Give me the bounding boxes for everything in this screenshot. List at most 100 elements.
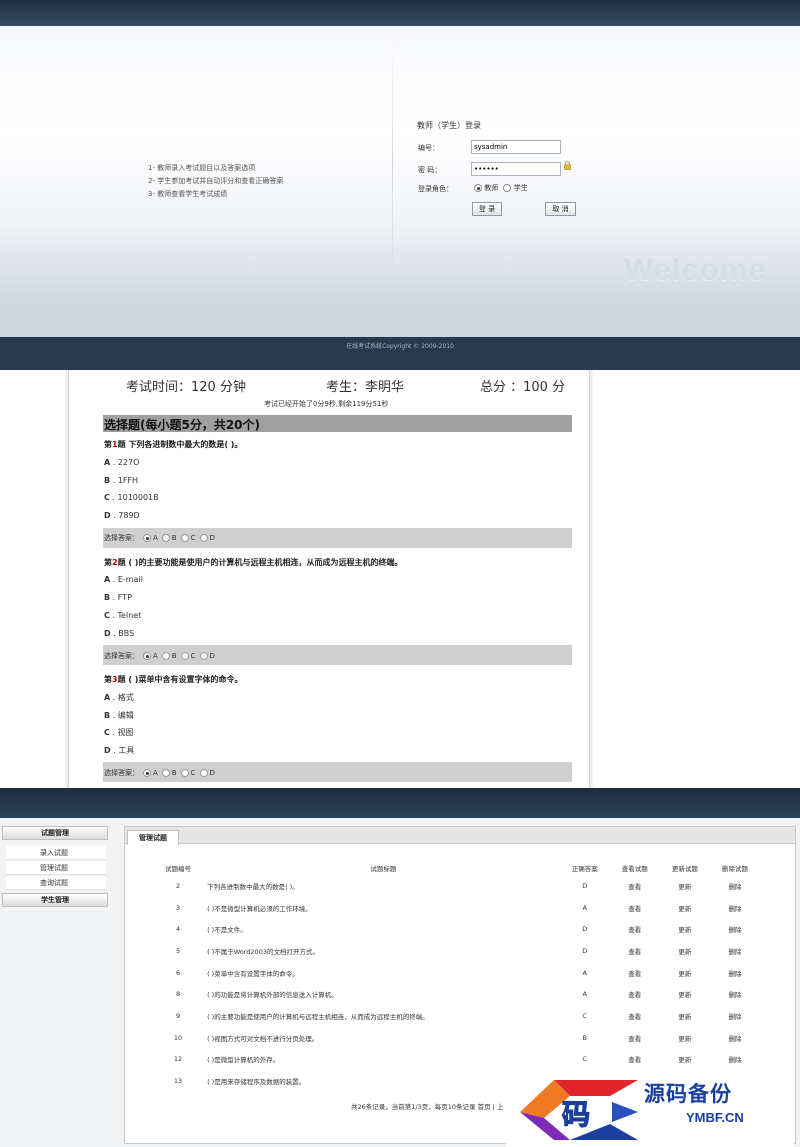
option: A . 227O [104,458,140,467]
view-link[interactable]: 查看 [610,940,660,962]
delete-link[interactable]: 删除 [710,1027,760,1049]
update-link[interactable]: 更新 [660,1005,710,1027]
delete-link[interactable]: 删除 [710,940,760,962]
view-link[interactable]: 查看 [610,1027,660,1049]
password-input[interactable] [471,162,561,176]
delete-link[interactable]: 删除 [710,983,760,1005]
row-answer: A [582,968,587,977]
answer-choices: 选择答案： A B C D [104,651,215,661]
feature-intro: 1- 教师录入考试题目以及答案选项 2- 学生参加考试并自动评分和查看正确答案 … [148,162,283,201]
answer-radio-d[interactable] [199,534,208,542]
answer-letter: B [171,769,177,777]
answer-radio-b[interactable] [161,534,170,542]
answer-radio-d[interactable] [199,652,208,660]
row-id: 4 [175,925,181,934]
answer-radio-c[interactable] [180,652,189,660]
answer-radio-b[interactable] [161,652,170,660]
option-letter: B [104,711,111,720]
update-link[interactable]: 更新 [660,1049,710,1071]
answer-radio-a[interactable] [143,769,151,777]
delete-link[interactable]: 删除 [710,1049,760,1071]
option-text: E-mail [117,575,143,584]
pager[interactable]: 共26条记录，当前第1/3页，每页10条记录 首页 | 上 [351,1101,503,1111]
view-link[interactable]: 查看 [610,918,660,940]
table-row: 4 ( )不是文件。 D 查看 更新 删除 [150,918,760,940]
delete-link[interactable]: 删除 [710,918,760,940]
logo-brand: 源码备份 [644,1082,732,1106]
view-link[interactable]: 查看 [610,897,660,919]
option-letter: C [104,493,110,502]
role-teacher-radio[interactable] [474,184,482,192]
delete-link[interactable]: 删除 [710,897,760,919]
answer-radio-a[interactable] [143,534,151,542]
option-text: 1010001B [117,493,159,502]
answer-choices: 选择答案： A B C D [104,533,215,543]
delete-link[interactable]: 删除 [710,1005,760,1027]
watermark-logo: 码 源码备份 YMBF.CN [506,1070,794,1147]
answer-radio-a[interactable] [143,652,151,660]
update-link[interactable]: 更新 [660,983,710,1005]
question-text: 题 ( )菜单中含有设置字体的命令。 [117,675,243,684]
menu-item-search-question[interactable]: 查询试题 [6,876,106,890]
update-link[interactable]: 更新 [660,962,710,984]
view-link[interactable]: 查看 [610,875,660,897]
row-answer: C [582,1011,587,1020]
menu-group-questions[interactable]: 试题管理 [2,826,108,840]
copyright: 在线考试系统Copyright © 2009-2010 [346,343,454,350]
row-id: 2 [175,881,181,890]
row-answer: A [582,990,587,999]
answer-radio-c[interactable] [180,534,189,542]
admin-top-bar [0,788,800,818]
menu-group-students[interactable]: 学生管理 [2,893,108,907]
answer-letter: A [153,769,158,777]
option-letter: D [104,629,111,638]
cancel-button[interactable]: 取 消 [545,202,576,216]
option-letter: D [104,746,111,755]
role-student-radio[interactable] [503,184,512,192]
menu-item-manage-question[interactable]: 管理试题 [6,861,106,875]
answer-radio-c[interactable] [180,769,189,777]
row-title: 下列各进制数中最大的数是( )。 [207,882,299,891]
option: C . 1010001B [104,493,159,502]
view-link[interactable]: 查看 [610,1049,660,1071]
answer-label: 选择答案： [104,534,139,542]
code-logo-icon: 码 [520,1080,638,1140]
update-link[interactable]: 更新 [660,918,710,940]
tab-manage-questions[interactable]: 管理试题 [127,830,179,845]
exam-time: 考试时间：120 分钟 [126,380,246,395]
exam-student: 考生：李明华 [326,380,405,395]
view-link[interactable]: 查看 [610,962,660,984]
update-link[interactable]: 更新 [660,940,710,962]
view-link[interactable]: 查看 [610,983,660,1005]
view-link[interactable]: 查看 [610,1005,660,1027]
username-input[interactable] [471,140,561,154]
update-link[interactable]: 更新 [660,875,710,897]
row-id: 5 [175,946,181,955]
answer-letter: B [171,652,177,660]
option-text: 789D [118,511,140,520]
login-button[interactable]: 登 录 [472,202,502,216]
login-top-bar [0,0,800,26]
update-link[interactable]: 更新 [660,1027,710,1049]
row-id: 10 [173,1033,183,1042]
delete-link[interactable]: 删除 [710,962,760,984]
option-text: 工具 [118,746,135,755]
col-answer: 正确答案 [571,865,598,873]
option-text: 视图 [117,728,134,737]
answer-radio-d[interactable] [199,769,208,777]
option-letter: C [104,611,110,620]
option-letter: D [104,511,111,520]
option-letter: A [104,693,111,702]
welcome-text: Welcome [624,252,767,287]
answer-radio-b[interactable] [161,769,170,777]
update-link[interactable]: 更新 [660,897,710,919]
role-options: 教师 学生 [474,183,528,193]
answer-letter: D [209,534,215,542]
intro-line: 3- 教师查看学生考试成绩 [148,190,228,198]
logo-domain: YMBF.CN [686,1110,744,1125]
table-header: 试题编号 试题标题 正确答案 查看试题 更新试题 删除试题 [150,861,760,875]
delete-link[interactable]: 删除 [710,875,760,897]
menu-item-add-question[interactable]: 录入试题 [6,846,106,860]
row-title: ( )视图方式可对文档不进行分页处理。 [207,1034,319,1043]
row-id: 8 [175,990,181,999]
